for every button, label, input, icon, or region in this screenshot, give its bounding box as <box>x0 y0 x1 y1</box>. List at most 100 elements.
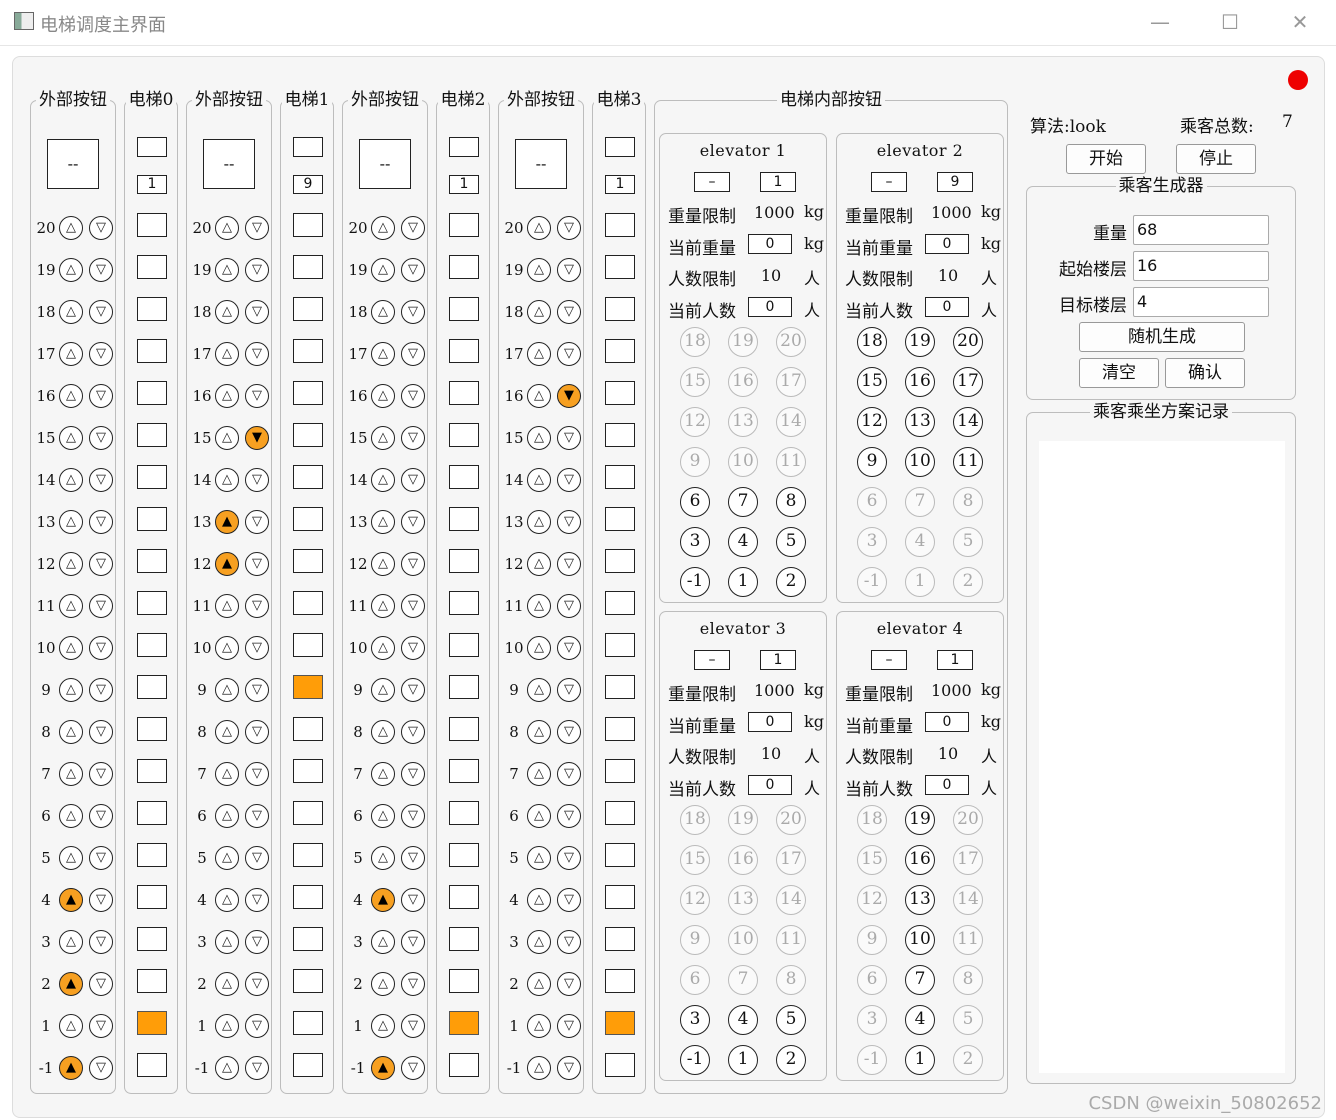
down-call-button-15[interactable]: ▽ <box>557 426 581 450</box>
down-call-button-17[interactable]: ▽ <box>245 342 269 366</box>
floor-button-18[interactable]: 18 <box>680 805 710 835</box>
down-call-button-1[interactable]: ▽ <box>245 1014 269 1038</box>
up-call-button-1[interactable]: △ <box>59 1014 83 1038</box>
down-call-button-13[interactable]: ▽ <box>557 510 581 534</box>
up-call-button-1[interactable]: △ <box>527 1014 551 1038</box>
floor-button-15[interactable]: 15 <box>857 367 887 397</box>
down-call-button-12[interactable]: ▽ <box>245 552 269 576</box>
up-call-button-7[interactable]: △ <box>527 762 551 786</box>
up-call-button-10[interactable]: △ <box>371 636 395 660</box>
down-call-button-3[interactable]: ▽ <box>89 930 113 954</box>
maximize-button[interactable]: ☐ <box>1216 8 1244 36</box>
down-call-button-13[interactable]: ▽ <box>401 510 425 534</box>
floor-button-19[interactable]: 19 <box>905 805 935 835</box>
floor-button-3[interactable]: 3 <box>680 527 710 557</box>
up-call-button-15[interactable]: △ <box>527 426 551 450</box>
up-call-button-20[interactable]: △ <box>215 216 239 240</box>
down-call-button-6[interactable]: ▽ <box>245 804 269 828</box>
up-call-button--1[interactable]: △ <box>527 1056 551 1080</box>
down-call-button-4[interactable]: ▽ <box>401 888 425 912</box>
down-call-button-13[interactable]: ▽ <box>89 510 113 534</box>
up-call-button-7[interactable]: △ <box>371 762 395 786</box>
down-call-button-1[interactable]: ▽ <box>89 1014 113 1038</box>
down-call-button-2[interactable]: ▽ <box>401 972 425 996</box>
up-call-button-8[interactable]: △ <box>59 720 83 744</box>
up-call-button-5[interactable]: △ <box>215 846 239 870</box>
up-call-button-8[interactable]: △ <box>527 720 551 744</box>
down-call-button-14[interactable]: ▽ <box>557 468 581 492</box>
down-call-button-13[interactable]: ▽ <box>245 510 269 534</box>
down-call-button-9[interactable]: ▽ <box>557 678 581 702</box>
floor-button-5[interactable]: 5 <box>953 527 983 557</box>
up-call-button-1[interactable]: △ <box>371 1014 395 1038</box>
down-call-button-4[interactable]: ▽ <box>245 888 269 912</box>
down-call-button-20[interactable]: ▽ <box>89 216 113 240</box>
up-call-button--1[interactable]: △ <box>215 1056 239 1080</box>
floor-button-2[interactable]: 2 <box>953 1045 983 1075</box>
floor-button-15[interactable]: 15 <box>680 845 710 875</box>
up-call-button--1[interactable]: ▲ <box>371 1056 395 1080</box>
down-call-button-4[interactable]: ▽ <box>557 888 581 912</box>
floor-button-16[interactable]: 16 <box>905 367 935 397</box>
down-call-button-2[interactable]: ▽ <box>557 972 581 996</box>
floor-button-1[interactable]: 1 <box>905 1045 935 1075</box>
down-call-button-3[interactable]: ▽ <box>245 930 269 954</box>
up-call-button-10[interactable]: △ <box>527 636 551 660</box>
down-call-button-11[interactable]: ▽ <box>401 594 425 618</box>
floor-button-20[interactable]: 20 <box>776 805 806 835</box>
floor-button-10[interactable]: 10 <box>905 447 935 477</box>
floor-button-7[interactable]: 7 <box>905 487 935 517</box>
up-call-button-12[interactable]: △ <box>59 552 83 576</box>
down-call-button-12[interactable]: ▽ <box>89 552 113 576</box>
up-call-button-5[interactable]: △ <box>59 846 83 870</box>
floor-button-12[interactable]: 12 <box>857 885 887 915</box>
down-call-button-1[interactable]: ▽ <box>401 1014 425 1038</box>
down-call-button-15[interactable]: ▽ <box>89 426 113 450</box>
down-call-button-10[interactable]: ▽ <box>401 636 425 660</box>
up-call-button-12[interactable]: △ <box>371 552 395 576</box>
floor-button-19[interactable]: 19 <box>905 327 935 357</box>
floor-button-5[interactable]: 5 <box>953 1005 983 1035</box>
floor-button-3[interactable]: 3 <box>680 1005 710 1035</box>
down-call-button-7[interactable]: ▽ <box>401 762 425 786</box>
up-call-button-3[interactable]: △ <box>371 930 395 954</box>
floor-button-17[interactable]: 17 <box>776 845 806 875</box>
floor-button-6[interactable]: 6 <box>857 487 887 517</box>
clear-button[interactable]: 清空 <box>1079 358 1159 388</box>
up-call-button-11[interactable]: △ <box>371 594 395 618</box>
up-call-button-13[interactable]: △ <box>527 510 551 534</box>
up-call-button-15[interactable]: △ <box>215 426 239 450</box>
floor-button-11[interactable]: 11 <box>953 925 983 955</box>
floor-button-3[interactable]: 3 <box>857 527 887 557</box>
floor-button-4[interactable]: 4 <box>728 1005 758 1035</box>
close-button[interactable]: ✕ <box>1286 8 1314 36</box>
floor-button-16[interactable]: 16 <box>728 367 758 397</box>
down-call-button-16[interactable]: ▽ <box>89 384 113 408</box>
floor-button-16[interactable]: 16 <box>905 845 935 875</box>
up-call-button-17[interactable]: △ <box>59 342 83 366</box>
up-call-button-14[interactable]: △ <box>527 468 551 492</box>
up-call-button-10[interactable]: △ <box>215 636 239 660</box>
down-call-button-3[interactable]: ▽ <box>401 930 425 954</box>
floor-button-15[interactable]: 15 <box>857 845 887 875</box>
down-call-button-17[interactable]: ▽ <box>401 342 425 366</box>
floor-button-11[interactable]: 11 <box>776 447 806 477</box>
down-call-button-16[interactable]: ▽ <box>245 384 269 408</box>
down-call-button-9[interactable]: ▽ <box>245 678 269 702</box>
floor-button-18[interactable]: 18 <box>857 327 887 357</box>
up-call-button-11[interactable]: △ <box>215 594 239 618</box>
floor-button-9[interactable]: 9 <box>680 447 710 477</box>
down-call-button-11[interactable]: ▽ <box>245 594 269 618</box>
down-call-button-17[interactable]: ▽ <box>557 342 581 366</box>
floor-button-10[interactable]: 10 <box>728 447 758 477</box>
floor-button-2[interactable]: 2 <box>953 567 983 597</box>
random-generate-button[interactable]: 随机生成 <box>1079 322 1245 352</box>
floor-button-13[interactable]: 13 <box>728 885 758 915</box>
down-call-button-8[interactable]: ▽ <box>401 720 425 744</box>
down-call-button-9[interactable]: ▽ <box>89 678 113 702</box>
floor-button-8[interactable]: 8 <box>953 487 983 517</box>
down-call-button--1[interactable]: ▽ <box>245 1056 269 1080</box>
down-call-button-5[interactable]: ▽ <box>89 846 113 870</box>
floor-button-11[interactable]: 11 <box>776 925 806 955</box>
floor-button-17[interactable]: 17 <box>953 367 983 397</box>
